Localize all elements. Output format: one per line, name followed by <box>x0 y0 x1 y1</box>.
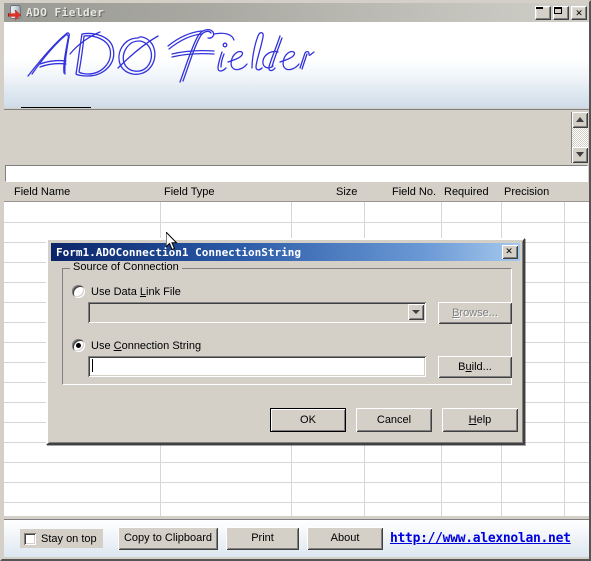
radio-label-connection-string: Use Connection String <box>91 339 202 352</box>
radio-use-connection-string[interactable]: Use Connection String <box>72 339 201 352</box>
radio-button-icon <box>72 285 85 298</box>
chevron-up-icon <box>576 117 584 122</box>
titlebar[interactable]: ADO Fielder ✕ <box>4 3 589 22</box>
connection-string-dialog: Form1.ADOConnection1 ConnectionString ✕ … <box>46 238 525 445</box>
cancel-button[interactable]: Cancel <box>356 408 432 432</box>
dialog-title: Form1.ADOConnection1 ConnectionString <box>56 245 302 259</box>
toolbar-button[interactable]: Copy to Clipboard <box>118 527 218 550</box>
checkbox-box-icon <box>24 532 36 545</box>
maximize-button[interactable] <box>553 5 569 20</box>
radio-label-data-link-file: Use Data Link File <box>91 285 181 298</box>
chevron-down-icon <box>576 152 584 157</box>
close-icon: ✕ <box>505 244 513 257</box>
scroll-down-button[interactable] <box>572 147 588 163</box>
window-controls: ✕ <box>535 5 587 20</box>
data-link-file-combo[interactable] <box>88 302 426 323</box>
ado-fielder-logo <box>27 29 315 83</box>
radio-use-data-link-file[interactable]: Use Data Link File <box>72 285 181 298</box>
groupbox-legend: Source of Connection <box>70 261 182 273</box>
app-icon <box>7 4 23 21</box>
banner-panel: Connect <box>4 22 589 108</box>
toolbar-button[interactable]: About <box>307 527 383 550</box>
close-button[interactable]: ✕ <box>571 5 587 20</box>
radio-button-icon <box>72 339 85 352</box>
minimize-button[interactable] <box>535 5 551 20</box>
browse-button[interactable]: Browse... <box>438 302 512 324</box>
dialog-titlebar[interactable]: Form1.ADOConnection1 ConnectionString ✕ <box>51 243 520 261</box>
status-input-row[interactable] <box>5 165 588 182</box>
minimize-icon <box>536 6 543 9</box>
stay-on-top-label: Stay on top <box>41 532 97 545</box>
help-button[interactable]: Help <box>442 408 518 432</box>
dialog-close-button[interactable]: ✕ <box>502 244 518 259</box>
connection-string-input[interactable] <box>88 356 426 377</box>
list-scrollbar[interactable] <box>571 112 588 163</box>
text-caret <box>92 359 93 372</box>
scroll-up-button[interactable] <box>572 112 588 128</box>
ok-button[interactable]: OK <box>270 408 346 432</box>
connection-list-panel <box>4 109 589 164</box>
mouse-cursor <box>166 232 178 251</box>
grid-column-header[interactable]: Precision <box>504 184 564 201</box>
grid-column-divider <box>564 202 565 516</box>
chevron-down-icon[interactable] <box>408 304 424 320</box>
website-link[interactable]: http://www.alexnolan.net <box>390 531 571 546</box>
build-button[interactable]: Build... <box>438 356 512 378</box>
close-icon: ✕ <box>575 5 583 19</box>
grid-column-header[interactable]: Required <box>444 184 504 201</box>
grid-header-row: Field Name Field Type Size Field No. Require… <box>4 184 589 202</box>
scrollbar-track[interactable] <box>572 128 588 147</box>
toolbar-button[interactable]: Print <box>226 527 299 550</box>
grid-column-header[interactable]: Field Type <box>164 184 284 201</box>
connect-button[interactable]: Connect <box>21 107 91 108</box>
grid-column-header[interactable]: Field Name <box>14 184 154 201</box>
maximize-icon <box>554 6 562 14</box>
stay-on-top-checkbox[interactable]: Stay on top <box>20 529 103 548</box>
grid-column-header[interactable]: Field No. <box>392 184 452 201</box>
window-title: ADO Fielder <box>26 6 105 19</box>
grid-column-header[interactable]: Size <box>336 184 376 201</box>
